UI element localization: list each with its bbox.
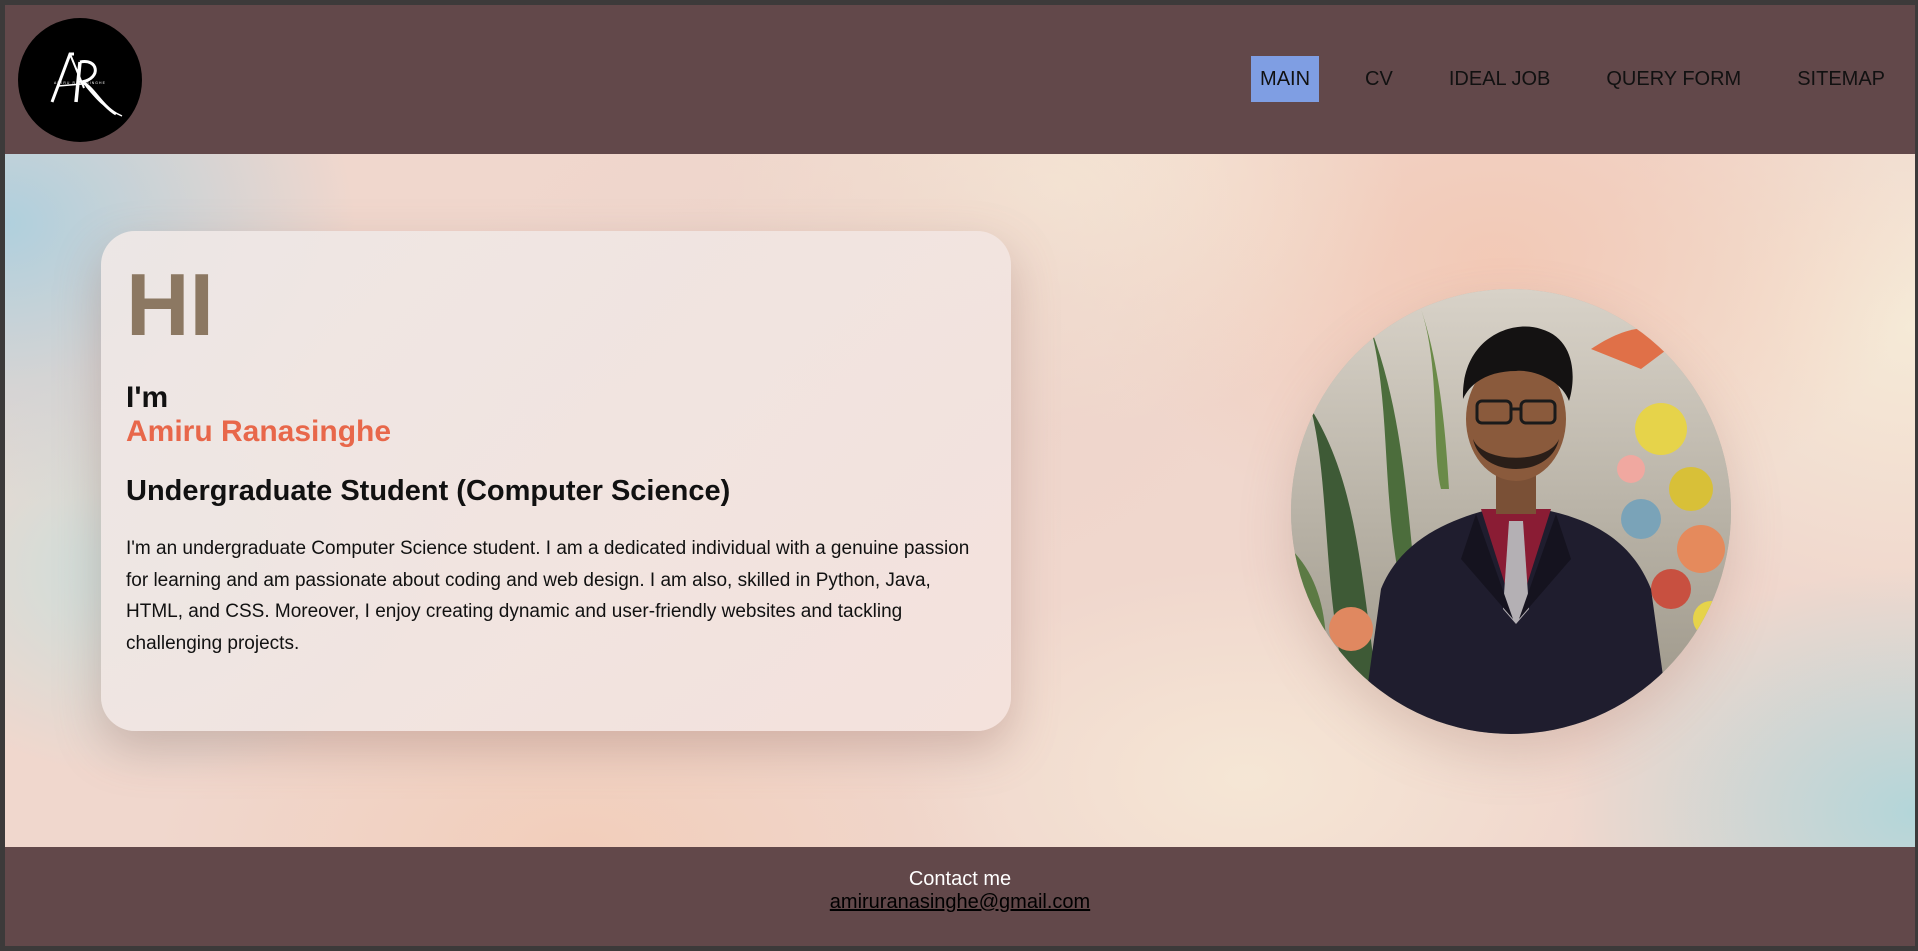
svg-text:AMIRU RANASINGHE: AMIRU RANASINGHE	[54, 81, 106, 85]
nav-main[interactable]: MAIN	[1251, 56, 1320, 102]
person-name: Amiru Ranasinghe	[126, 415, 392, 448]
nav-query-form[interactable]: QUERY FORM	[1596, 56, 1751, 102]
site-logo[interactable]: AMIRU RANASINGHE	[18, 18, 142, 142]
hero-section: HI I'm Amiru Ranasinghe Undergraduate St…	[5, 154, 1915, 847]
site-footer: Contact me amiruranasinghe@gmail.com	[5, 847, 1915, 946]
intro-text: I'm	[126, 381, 169, 414]
site-header: AMIRU RANASINGHE MAIN CV IDEAL JOB QUERY…	[5, 5, 1915, 154]
ar-monogram-logo-icon: AMIRU RANASINGHE	[50, 52, 123, 117]
main-nav: MAIN CV IDEAL JOB QUERY FORM SITEMAP	[1251, 56, 1895, 102]
contact-email-link[interactable]: amiruranasinghe@gmail.com	[5, 890, 1915, 914]
page-frame: AMIRU RANASINGHE MAIN CV IDEAL JOB QUERY…	[5, 5, 1915, 946]
profile-portrait-image	[1291, 289, 1731, 734]
role-heading: Undergraduate Student (Computer Science)	[126, 475, 731, 507]
bio-paragraph: I'm an undergraduate Computer Science st…	[126, 538, 970, 654]
contact-label: Contact me	[908, 868, 1012, 890]
intro-card: HI I'm Amiru Ranasinghe Undergraduate St…	[101, 231, 1011, 731]
greeting-heading: HI	[126, 255, 214, 354]
nav-cv[interactable]: CV	[1355, 56, 1403, 102]
nav-sitemap[interactable]: SITEMAP	[1787, 56, 1895, 102]
nav-ideal-job[interactable]: IDEAL JOB	[1439, 56, 1561, 102]
profile-photo	[1291, 289, 1731, 734]
